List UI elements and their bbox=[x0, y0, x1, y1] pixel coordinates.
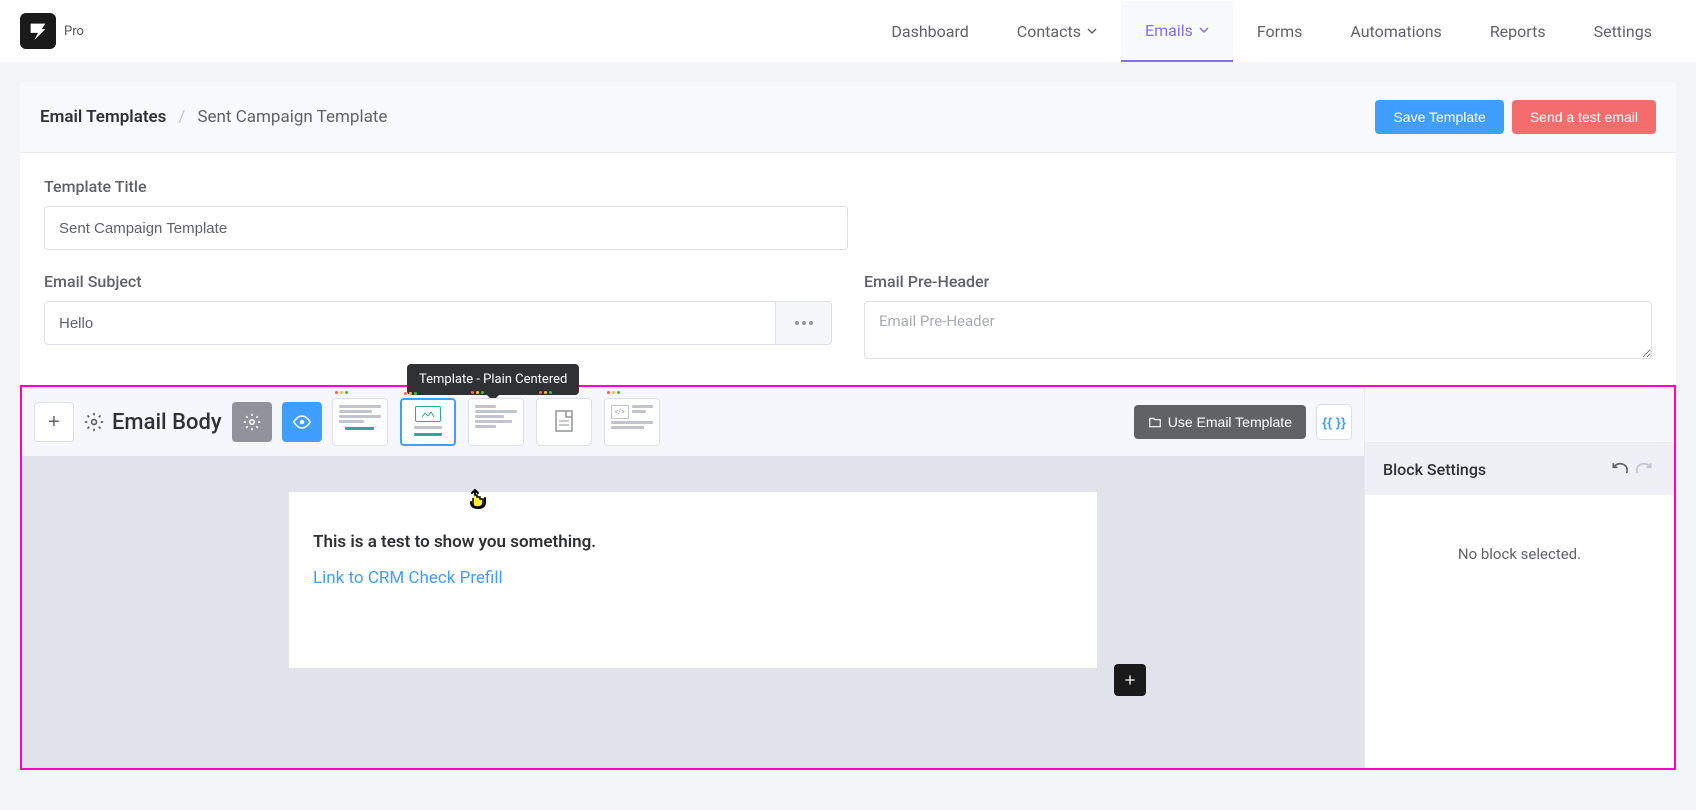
use-email-template-button[interactable]: Use Email Template bbox=[1134, 405, 1306, 439]
email-subject-label: Email Subject bbox=[44, 272, 832, 291]
image-icon bbox=[421, 409, 435, 419]
email-content[interactable]: This is a test to show you something. Li… bbox=[289, 492, 1097, 668]
nav-contacts[interactable]: Contacts bbox=[993, 2, 1121, 61]
pro-label: Pro bbox=[64, 24, 84, 39]
block-settings-sidebar: Block Settings No block selected. bbox=[1364, 387, 1674, 768]
logo-icon bbox=[27, 20, 49, 42]
eye-icon bbox=[293, 413, 311, 431]
nav-settings[interactable]: Settings bbox=[1570, 2, 1676, 61]
template-html[interactable]: </> bbox=[604, 398, 660, 446]
nav-emails[interactable]: Emails bbox=[1121, 1, 1233, 62]
redo-icon bbox=[1634, 459, 1654, 479]
add-content-block-button[interactable] bbox=[1114, 664, 1146, 696]
undo-icon bbox=[1610, 459, 1630, 479]
editor-toolbar: Template - Plain Centered + Email Body bbox=[22, 387, 1364, 456]
nav-dashboard[interactable]: Dashboard bbox=[867, 2, 992, 61]
nav-forms[interactable]: Forms bbox=[1233, 2, 1327, 61]
folder-icon bbox=[1148, 415, 1162, 429]
use-template-label: Use Email Template bbox=[1168, 414, 1292, 430]
template-title-label: Template Title bbox=[44, 177, 848, 196]
template-thumbnails: </> bbox=[332, 398, 660, 446]
nav-label: Forms bbox=[1257, 22, 1303, 41]
template-plain-centered[interactable] bbox=[400, 398, 456, 446]
brand-wrap: Pro bbox=[20, 13, 84, 49]
save-template-button[interactable]: Save Template bbox=[1375, 100, 1503, 134]
panel-header: Email Templates / Sent Campaign Template… bbox=[20, 82, 1676, 153]
preview-button[interactable] bbox=[282, 402, 322, 442]
template-left-aligned[interactable] bbox=[468, 398, 524, 446]
undo-button[interactable] bbox=[1608, 457, 1632, 481]
gear-icon bbox=[243, 413, 261, 431]
preheader-input[interactable] bbox=[864, 301, 1652, 359]
body-link[interactable]: Link to CRM Check Prefill bbox=[313, 568, 503, 588]
nav-label: Contacts bbox=[1017, 22, 1081, 41]
nav-label: Emails bbox=[1145, 21, 1193, 40]
main-panel: Email Templates / Sent Campaign Template… bbox=[20, 82, 1676, 770]
body-text: This is a test to show you something. bbox=[313, 532, 1073, 552]
template-document[interactable] bbox=[536, 398, 592, 446]
gear-icon bbox=[84, 412, 104, 432]
subject-more-button[interactable] bbox=[776, 301, 832, 345]
shortcode-button[interactable]: {{ }} bbox=[1316, 404, 1352, 440]
add-block-button[interactable]: + bbox=[34, 402, 74, 442]
email-subject-input[interactable] bbox=[44, 301, 776, 345]
nav-label: Dashboard bbox=[891, 22, 968, 41]
preheader-label: Email Pre-Header bbox=[864, 272, 1652, 291]
template-simple[interactable] bbox=[332, 398, 388, 446]
nav-items: Dashboard Contacts Emails Forms Automati… bbox=[867, 1, 1676, 62]
editor-canvas: This is a test to show you something. Li… bbox=[22, 456, 1364, 768]
redo-button[interactable] bbox=[1632, 457, 1656, 481]
template-tooltip: Template - Plain Centered bbox=[407, 364, 579, 395]
block-settings-title: Block Settings bbox=[1383, 460, 1486, 479]
breadcrumb: Email Templates / Sent Campaign Template bbox=[40, 107, 387, 127]
nav-label: Automations bbox=[1350, 22, 1441, 41]
block-settings-header: Block Settings bbox=[1365, 443, 1674, 495]
top-nav: Pro Dashboard Contacts Emails Forms Auto… bbox=[0, 0, 1696, 62]
email-body-title: Email Body bbox=[112, 410, 222, 435]
app-logo[interactable] bbox=[20, 13, 56, 49]
plus-icon bbox=[1122, 672, 1138, 688]
breadcrumb-current: Sent Campaign Template bbox=[197, 107, 387, 127]
chevron-down-icon bbox=[1199, 25, 1209, 35]
email-body-section: Template - Plain Centered + Email Body bbox=[20, 385, 1676, 770]
nav-label: Settings bbox=[1594, 22, 1652, 41]
nav-automations[interactable]: Automations bbox=[1326, 2, 1465, 61]
document-icon bbox=[550, 409, 578, 435]
nav-reports[interactable]: Reports bbox=[1466, 2, 1570, 61]
chevron-down-icon bbox=[1087, 26, 1097, 36]
template-title-input[interactable] bbox=[44, 206, 848, 250]
breadcrumb-root[interactable]: Email Templates bbox=[40, 107, 166, 127]
ellipsis-icon bbox=[795, 321, 813, 325]
send-test-button[interactable]: Send a test email bbox=[1512, 100, 1656, 134]
no-block-message: No block selected. bbox=[1365, 495, 1674, 613]
breadcrumb-sep: / bbox=[178, 107, 185, 127]
settings-toggle-button[interactable] bbox=[232, 402, 272, 442]
nav-label: Reports bbox=[1490, 22, 1546, 41]
